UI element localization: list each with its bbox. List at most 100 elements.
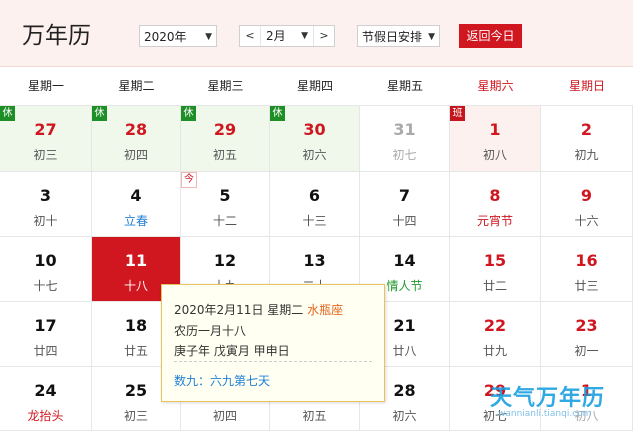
weekday-label: 星期日	[568, 79, 605, 93]
day-cell[interactable]: 31 初七	[360, 106, 450, 172]
day-number: 3	[39, 186, 52, 205]
lunar-date: 立春	[123, 214, 148, 228]
day-number: 11	[124, 251, 148, 270]
month-select-value: 2月	[266, 29, 286, 43]
watermark-brand: 天气万年历	[490, 386, 606, 411]
lunar-date: 十七	[33, 279, 58, 293]
holiday-badge: 休	[92, 106, 107, 121]
popup-lunar: 农历一月十八	[174, 324, 247, 338]
day-cell[interactable]: 班 1 初八	[450, 106, 541, 172]
day-cell[interactable]: 10 十七	[0, 237, 92, 302]
day-number: 29	[213, 120, 237, 139]
back-to-today-button[interactable]: 返回今日	[459, 24, 522, 48]
popup-zodiac[interactable]: 水瓶座	[307, 303, 343, 317]
day-number: 10	[34, 251, 57, 270]
day-number: 9	[580, 186, 593, 205]
weekday-label: 星期二	[118, 79, 155, 93]
lunar-date: 初四	[123, 148, 148, 162]
day-cell[interactable]: 22 廿九	[450, 302, 541, 367]
day-number: 23	[575, 316, 598, 335]
year-select[interactable]: 2020年 ▼	[139, 25, 217, 47]
day-number: 2	[580, 120, 593, 139]
lunar-date: 廿九	[482, 344, 507, 358]
lunar-date: 初三	[123, 409, 148, 423]
next-month-button[interactable]: >	[313, 26, 334, 46]
calendar-header: 万年历 2020年 ▼ < 2月 ▼ > 节假日安排 ▼ 返回今日	[0, 0, 633, 67]
day-number: 31	[393, 120, 416, 139]
year-select-value: 2020年	[144, 30, 187, 44]
lunar-date: 初六	[392, 409, 417, 423]
lunar-date: 初五	[302, 409, 327, 423]
day-cell[interactable]: 24 龙抬头	[0, 367, 92, 431]
day-number: 30	[303, 120, 326, 139]
day-number: 14	[393, 251, 416, 270]
holiday-select-value: 节假日安排	[362, 30, 423, 44]
lunar-date: 初九	[574, 148, 599, 162]
day-number: 27	[34, 120, 57, 139]
day-cell[interactable]: 今 5 十二	[181, 172, 270, 237]
day-cell[interactable]: 15 廿二	[450, 237, 541, 302]
weekday-label: 星期一	[27, 79, 64, 93]
day-cell[interactable]: 6 十三	[270, 172, 360, 237]
lunar-date: 廿三	[574, 279, 599, 293]
day-cell[interactable]: 3 初十	[0, 172, 92, 237]
day-number: 13	[303, 251, 326, 270]
date-detail-popup: 2020年2月11日 星期二 水瓶座 农历一月十八 庚子年 戊寅月 甲申日 数九…	[161, 284, 385, 402]
popup-date: 2020年2月11日 星期二	[174, 303, 304, 317]
holiday-select[interactable]: 节假日安排 ▼	[357, 25, 440, 47]
day-cell[interactable]: 2 初九	[541, 106, 633, 172]
day-number: 28	[124, 120, 148, 139]
chevron-down-icon: ▼	[428, 32, 435, 42]
popup-shujiu[interactable]: 数九：六九第七天	[174, 372, 270, 389]
month-picker: < 2月 ▼ >	[239, 25, 335, 47]
day-number: 16	[575, 251, 598, 270]
day-cell[interactable]: 9 十六	[541, 172, 633, 237]
day-number: 1	[489, 120, 501, 139]
lunar-date: 初十	[33, 214, 58, 228]
lunar-date: 元宵节	[476, 214, 513, 228]
day-cell[interactable]: 4 立春	[92, 172, 181, 237]
day-cell[interactable]: 休 27 初三	[0, 106, 92, 172]
weekday-label: 星期六	[477, 79, 514, 93]
weekday-label: 星期三	[207, 79, 244, 93]
lunar-date: 初三	[33, 148, 58, 162]
lunar-date: 初八	[482, 148, 507, 162]
prev-month-button[interactable]: <	[240, 26, 261, 46]
holiday-badge: 休	[270, 106, 285, 121]
chevron-down-icon: ▼	[301, 31, 308, 41]
day-number: 17	[34, 316, 57, 335]
day-number: 8	[489, 186, 501, 205]
day-number: 12	[213, 251, 237, 270]
day-cell[interactable]: 7 十四	[360, 172, 450, 237]
day-cell[interactable]: 休 30 初六	[270, 106, 360, 172]
watermark-url: wannianli.tianqi.com	[498, 409, 592, 419]
day-number: 15	[483, 251, 507, 270]
lunar-date: 初六	[302, 148, 327, 162]
lunar-date: 廿二	[482, 279, 507, 293]
lunar-date: 初五	[212, 148, 237, 162]
month-select[interactable]: 2月 ▼	[260, 26, 314, 46]
day-number: 7	[398, 186, 411, 205]
weekday-label: 星期五	[386, 79, 423, 93]
chevron-down-icon: ▼	[205, 32, 212, 42]
day-cell[interactable]: 17 廿四	[0, 302, 92, 367]
lunar-date: 廿四	[33, 344, 58, 358]
lunar-date: 十二	[212, 214, 237, 228]
weekday-header: 星期一 星期二 星期三 星期四 星期五 星期六 星期日	[0, 67, 633, 106]
lunar-date: 十三	[302, 214, 327, 228]
lunar-date: 初四	[212, 409, 237, 423]
day-cell[interactable]: 8 元宵节	[450, 172, 541, 237]
lunar-date: 龙抬头	[27, 409, 64, 423]
day-cell[interactable]: 23 初一	[541, 302, 633, 367]
day-number: 22	[483, 316, 507, 335]
day-cell[interactable]: 16 廿三	[541, 237, 633, 302]
day-cell[interactable]: 休 28 初四	[92, 106, 181, 172]
watermark-logo: 天气万年历 wannianli.tianqi.com	[484, 380, 633, 431]
day-cell[interactable]: 休 29 初五	[181, 106, 270, 172]
workday-badge: 班	[450, 106, 465, 121]
weekday-label: 星期四	[296, 79, 333, 93]
calendar-app: 万年历 2020年 ▼ < 2月 ▼ > 节假日安排 ▼ 返回今日 星期一 星期二…	[0, 0, 633, 431]
lunar-date: 初一	[574, 344, 599, 358]
day-number: 24	[34, 381, 57, 400]
lunar-date: 十四	[392, 214, 417, 228]
